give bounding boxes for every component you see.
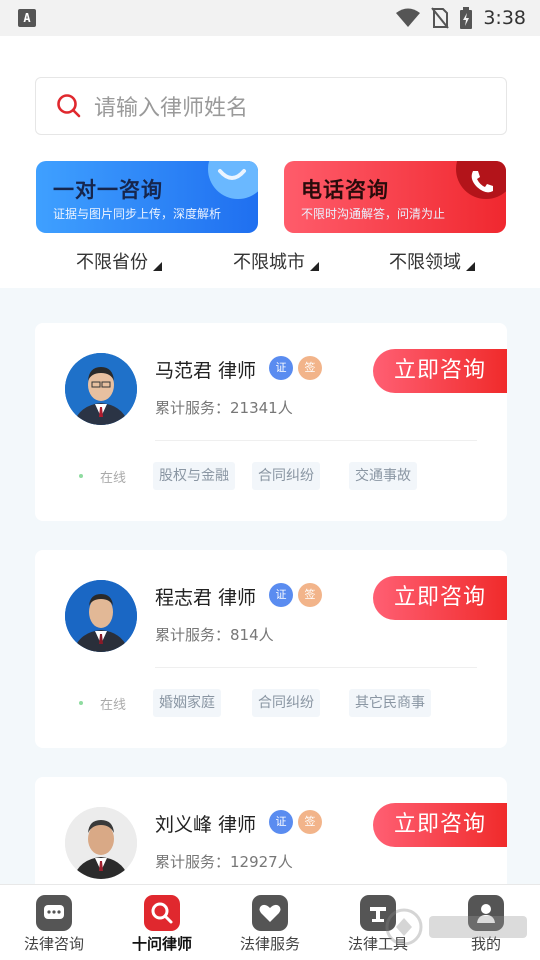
tab-ask-lawyer[interactable]: 十问律师 [108,885,216,960]
filter-label: 不限领域 [389,252,461,273]
app-notification-icon: A [18,9,36,27]
lawyer-name: 程志君 律师 [155,587,257,609]
certified-badge: 证 [269,583,293,607]
nav-label: 十问律师 [131,935,192,953]
no-sim-icon [431,7,450,29]
online-status-dot [79,474,83,478]
search-icon [144,895,180,931]
filter-label: 不限城市 [233,252,305,273]
lawyer-avatar [65,580,137,652]
filter-field[interactable]: 不限领域 [389,248,475,274]
consult-now-button[interactable]: 立即咨询 [373,803,507,847]
promo-title: 一对一咨询 [53,178,163,202]
divider [155,440,477,441]
certified-badge: 证 [269,810,293,834]
signed-badge: 签 [298,356,322,380]
service-count: 累计服务：21341人 [155,399,293,417]
heart-icon [252,895,288,931]
filter-label: 不限省份 [76,252,148,273]
specialty-tag: 合同纠纷 [252,462,320,490]
promo-subtitle: 证据与图片同步上传，深度解析 [53,207,222,221]
signed-badge: 签 [298,810,322,834]
search-input[interactable]: 请输入律师姓名 [35,77,507,135]
phone-consult-card[interactable]: 电话咨询 不限时沟通解答，问清为止 [284,161,506,233]
service-count: 累计服务：814人 [155,626,274,644]
tab-legal-consult[interactable]: 法律咨询 [0,885,108,960]
promo-subtitle: 不限时沟通解答，问清为止 [301,207,446,221]
lawyer-card[interactable]: 程志君 律师 证 签 累计服务：814人 立即咨询 在线 婚姻家庭 合同纠纷 其… [35,550,507,748]
lawyer-avatar [65,353,137,425]
signed-badge: 签 [298,583,322,607]
lawyer-name: 马范君 律师 [155,360,257,382]
status-icons: 3:38 [395,6,526,30]
divider [155,667,477,668]
dropdown-triangle-icon [310,262,319,271]
consult-now-button[interactable]: 立即咨询 [373,576,507,620]
service-count: 累计服务：12927人 [155,853,293,871]
specialty-tag: 婚姻家庭 [153,689,221,717]
specialty-tag: 合同纠纷 [252,689,320,717]
status-bar: A 3:38 [0,0,540,36]
status-time: 3:38 [483,7,526,29]
lawyer-name: 刘义峰 律师 [155,814,257,836]
phone-icon-mark [471,171,493,193]
consult-now-button[interactable]: 立即咨询 [373,349,507,393]
online-status: 在线 [100,471,127,486]
tab-legal-service[interactable]: 法律服务 [216,885,324,960]
wifi-icon [396,8,421,27]
search-placeholder: 请输入律师姓名 [94,96,249,121]
nav-label: 法律咨询 [23,935,84,953]
promo-title: 电话咨询 [301,178,389,202]
watermark-logo [385,908,527,946]
specialty-tag: 其它民商事 [349,689,431,717]
specialty-tag: 交通事故 [349,462,417,490]
nav-label: 法律服务 [239,935,300,953]
filter-province[interactable]: 不限省份 [76,248,162,274]
search-icon [57,94,81,118]
filter-city[interactable]: 不限城市 [233,248,319,274]
chat-bubble-icon-mark [218,169,246,180]
dropdown-triangle-icon [466,262,475,271]
online-status: 在线 [100,698,127,713]
online-status-dot [79,701,83,705]
certified-badge: 证 [269,356,293,380]
dropdown-triangle-icon [153,262,162,271]
one-on-one-consult-card[interactable]: 一对一咨询 证据与图片同步上传，深度解析 [36,161,258,233]
battery-charging-icon [460,7,473,29]
lawyer-avatar [65,807,137,879]
chat-icon [36,895,72,931]
specialty-tag: 股权与金融 [153,462,235,490]
filter-bar: 不限省份 不限城市 不限领域 [0,248,540,278]
lawyer-card[interactable]: 马范君 律师 证 签 累计服务：21341人 立即咨询 在线 股权与金融 合同纠… [35,323,507,521]
